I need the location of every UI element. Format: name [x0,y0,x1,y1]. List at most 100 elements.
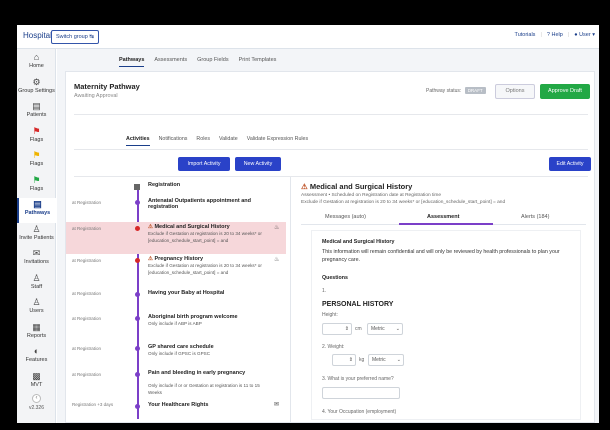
active-tab-underline [399,223,493,225]
bell-icon: ♨ [274,257,280,263]
sidebar-item-invitations[interactable]: ✉ Invitations [17,247,56,272]
stepper-icon: ⇕ [348,357,353,363]
tab-assessments[interactable]: Assessments [154,57,187,67]
pathway-card: Maternity Pathway Awaiting Approval Path… [65,71,595,423]
collapse-sidebar-button[interactable]: ‹ [32,394,41,403]
sidebar-item-users[interactable]: ♙ Users [17,296,56,321]
height-label: Height: [322,312,338,318]
sidebar-item-label: Staff [30,283,43,290]
user-label: User [579,32,591,38]
activity-title-text: Pregnancy History [154,256,204,262]
activity-title: Pain and bleeding in early pregnancy [148,370,273,376]
activity-title-text: Antenatal Outpatients appointment and re… [148,198,251,210]
activity-title: Having your Baby at Hospital [148,290,273,296]
sidebar-item-staff[interactable]: ♙ Staff [17,272,56,297]
sidebar-item-features[interactable]: ◐ Features [17,345,56,370]
activity-title: ⚠ Medical and Surgical History [148,224,273,230]
user-menu[interactable]: ● User ▾ [574,32,595,38]
tab-group-fields[interactable]: Group Fields [197,57,229,67]
timeline-activity[interactable]: Registration [66,180,286,190]
height-unit: cm [355,326,362,332]
start-marker [134,184,140,190]
timeline-activity[interactable]: at Registration Having your Baby at Hospi… [66,288,286,302]
sidebar-item-label: Pathways [24,210,51,216]
timeline-timing: at Registration [72,200,102,205]
tab-roles[interactable]: Roles [196,136,210,146]
invitations-icon: ✉ [32,248,41,258]
timeline-activity[interactable]: at Registration ⚠ Pregnancy History Exclud… [66,254,286,288]
sidebar-item-home[interactable]: ⌂ Home [17,51,56,76]
activity-title-text: Medical and Surgical History [309,182,413,191]
sidebar-item-flags[interactable]: ⚑ Flags [17,174,56,199]
users-icon: ♙ [32,297,41,307]
activity-condition: Exclude if Gestation at registration is … [148,263,262,275]
options-button[interactable]: Options [495,84,535,99]
activity-condition: Only include if GPSC is GPSC [148,351,211,356]
questions-label: Questions [322,275,348,281]
sidebar-item-label: Flags [29,136,44,143]
tab-validate-expression-rules[interactable]: Validate Expression Rules [247,136,308,146]
import-activity-button[interactable]: Import Activity [178,157,230,171]
tab-assessment[interactable]: Assessment [427,214,459,220]
separator: | [567,32,570,38]
timeline-activity[interactable]: Registration +3 days Your Healthcare Righ… [66,400,286,414]
sidebar-item-reports[interactable]: ▦ Reports [17,321,56,346]
sidebar-item-flags[interactable]: ⚑ Flags [17,149,56,174]
sidebar-item-label: Home [29,63,44,69]
activity-title: Registration [148,182,273,188]
tab-activities[interactable]: Activities [126,136,150,146]
sidebar-item-group-settings[interactable]: ⚙ Group Settings [17,76,56,101]
app-screen: Hospital Switch group ↹ Tutorials | ? He… [17,25,599,423]
section-title: PERSONAL HISTORY [322,301,394,308]
height-input[interactable]: ⇕ [322,323,352,335]
tab-pathways[interactable]: Pathways [119,57,145,67]
sidebar-item-mvt[interactable]: ▩ MVT [17,370,56,395]
timeline-timing: Registration +3 days [72,402,114,407]
help-link[interactable]: ? Help [547,32,563,38]
activity-title: Your Healthcare Rights [148,402,273,408]
sidebar-item-flags[interactable]: ⚑ Flags [17,125,56,150]
tab-print-templates[interactable]: Print Templates [239,57,277,67]
sidebar-item-pathways[interactable]: ▤ Pathways [17,198,56,223]
preferred-name-input[interactable] [322,387,400,399]
activity-title-text: Registration [148,182,181,188]
weight-unit-select[interactable]: Metric ⌄ [368,354,404,366]
sidebar-item-patients[interactable]: ▤ Patients [17,100,56,125]
timeline-activity[interactable]: at Registration ⚠ Medical and Surgical Hi… [66,222,286,254]
activity-subtabs: Activities Notifications Roles Validate … [126,136,308,146]
timeline-activity[interactable]: at Registration Pain and bleeding in earl… [66,368,286,395]
activity-detail-panel: ⚠ Medical and Surgical History Assessmen… [290,177,592,423]
tutorials-link[interactable]: Tutorials [515,32,536,38]
timeline-activity[interactable]: at Registration Aboriginal birth program … [66,312,286,332]
tab-validate[interactable]: Validate [219,136,238,146]
red-flag-icon: ⚑ [32,125,41,136]
switch-group-label: Switch group [56,34,88,40]
timeline-dot [135,200,140,205]
sidebar-item-label: Patients [26,112,47,118]
approve-draft-button[interactable]: Approve Draft [540,84,590,99]
timeline-activity[interactable]: at Registration Antenatal Outpatients app… [66,196,286,218]
invite-icon: ♙ [32,223,41,234]
mvt-icon: ▩ [32,370,41,381]
tab-alerts[interactable]: Alerts (184) [521,214,549,220]
sidebar-item-label: Features [25,357,48,363]
mail-icon: ✉ [274,402,280,408]
timeline-timing: at Registration [72,291,102,296]
pathway-status: Pathway status: DRAFT [426,87,486,94]
activity-title-text: GP shared care schedule [148,344,214,350]
sidebar-item-label: Invitations [24,259,49,265]
new-activity-button[interactable]: New Activity [235,157,281,171]
height-unit-select[interactable]: Metric ⌄ [367,323,403,335]
tab-notifications[interactable]: Notifications [159,136,188,146]
weight-input[interactable]: ⇕ [332,354,356,366]
sidebar-item-invite-patients[interactable]: ♙ Invite Patients [17,223,56,248]
timeline-activity[interactable]: at Registration GP shared care schedule On… [66,342,286,360]
tab-messages[interactable]: Messages (auto) [325,214,366,220]
edit-activity-button[interactable]: Edit Activity [549,157,591,171]
timeline-dot [135,292,140,297]
activity-tabs: Messages (auto) Assessment Alerts (184) [301,211,586,225]
green-flag-icon: ⚑ [32,174,41,185]
staff-icon: ♙ [32,272,41,283]
switch-group-button[interactable]: Switch group ↹ [51,30,99,44]
activity-condition: Exclude if Gestation at registration is … [148,231,262,243]
